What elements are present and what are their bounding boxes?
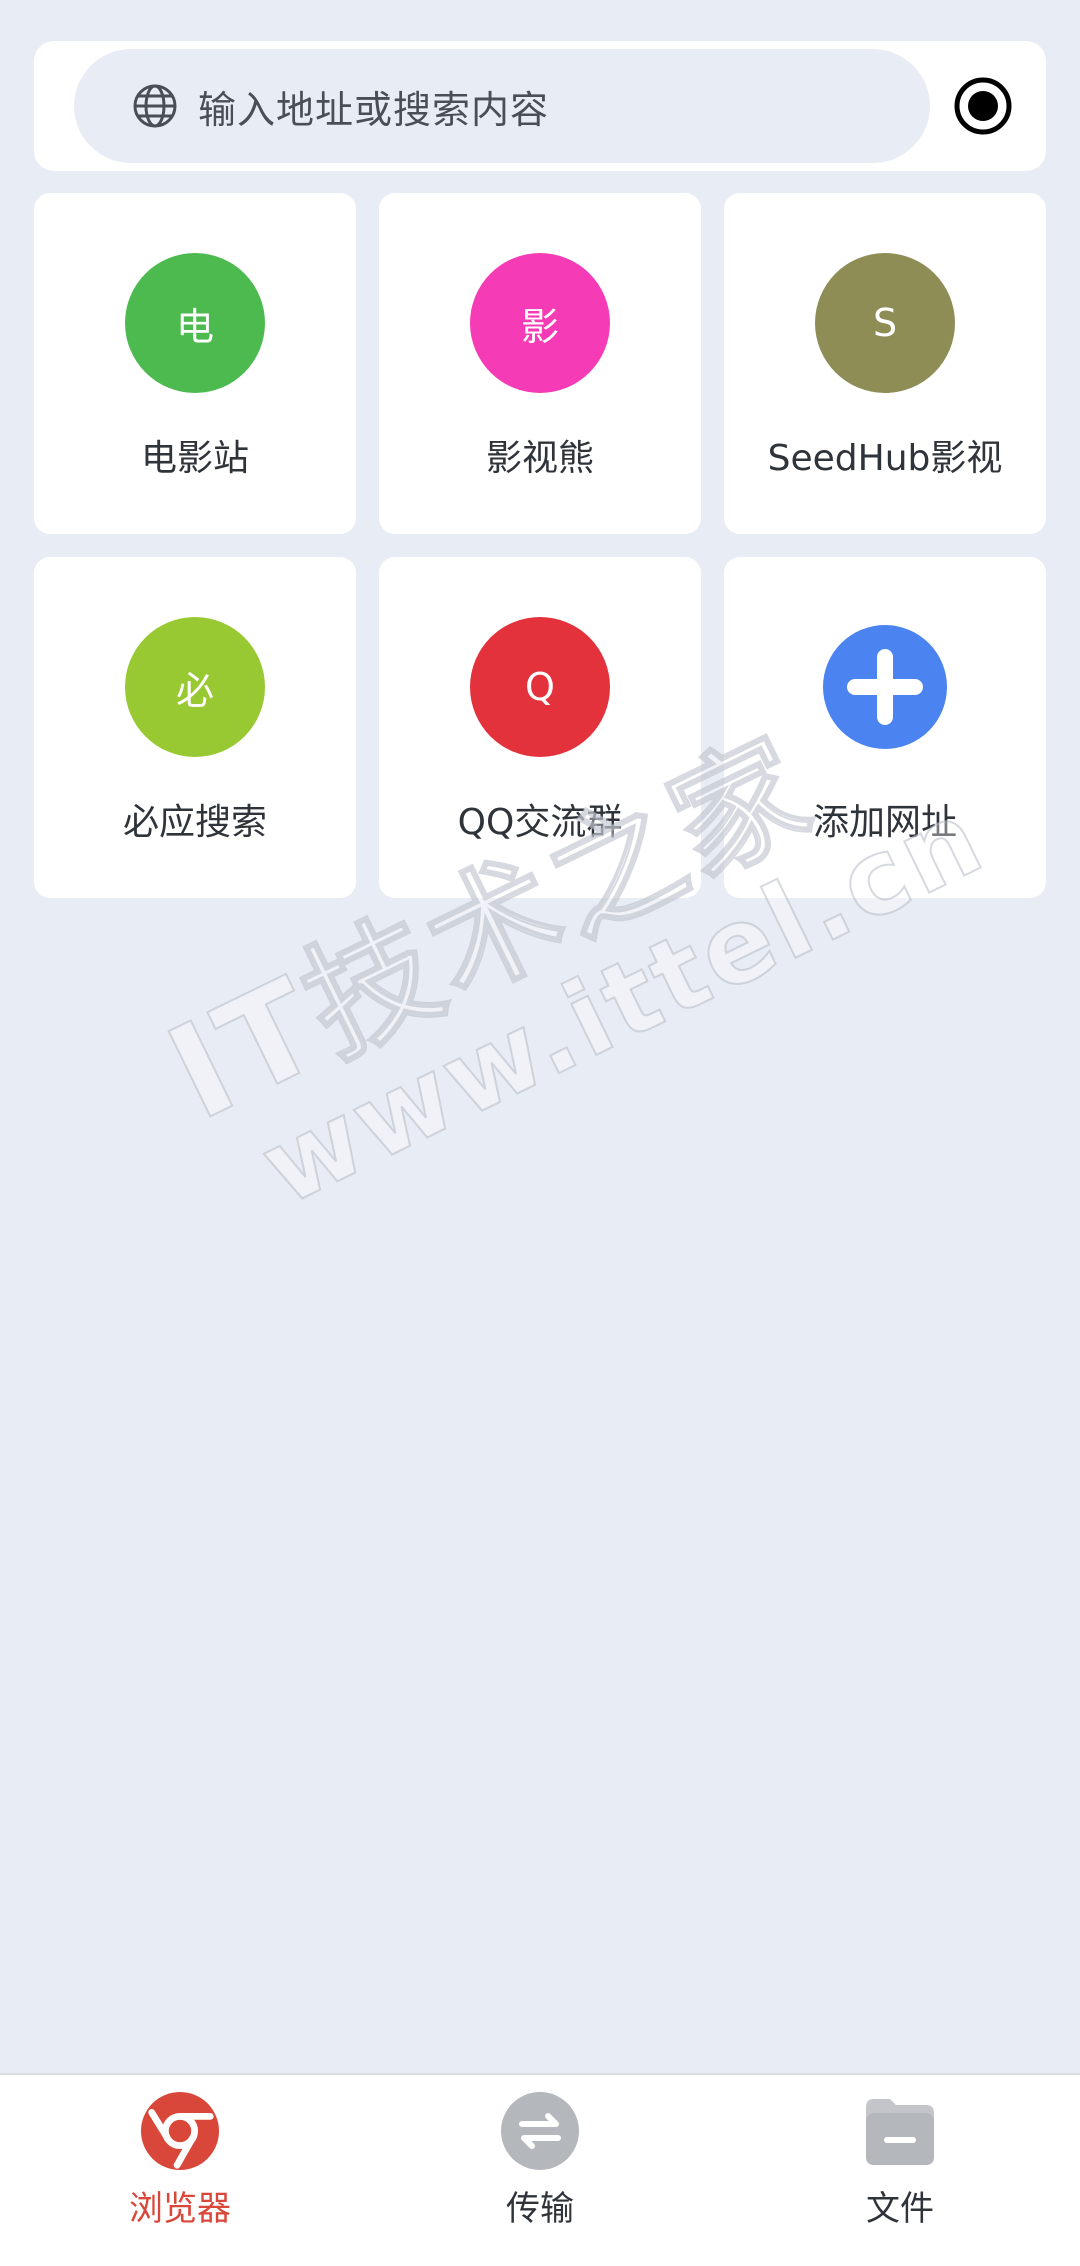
add-bookmark-tile[interactable]: 添加网址	[724, 557, 1046, 898]
bookmark-avatar: Q	[470, 617, 610, 757]
add-bookmark-label: 添加网址	[812, 802, 957, 843]
bookmark-tile[interactable]: 影 影视熊	[379, 193, 701, 534]
bookmark-avatar: 必	[125, 617, 265, 757]
bookmark-label: 电影站	[140, 438, 249, 479]
nav-item-browser[interactable]: 浏览器	[60, 2075, 300, 2230]
bookmark-tile[interactable]: S SeedHub影视	[724, 193, 1046, 534]
search-placeholder: 输入地址或搜索内容	[198, 87, 550, 132]
bookmark-label: SeedHub影视	[767, 438, 1003, 479]
bookmark-avatar: 影	[470, 253, 610, 393]
nav-label-files: 文件	[866, 2189, 934, 2229]
plus-icon	[815, 617, 955, 757]
bookmark-avatar: S	[815, 253, 955, 393]
bookmark-initial: 电	[175, 304, 214, 349]
nav-item-transfer[interactable]: 传输	[420, 2075, 660, 2230]
nav-item-files[interactable]: 文件	[780, 2075, 1020, 2230]
bottom-nav: 浏览器 传输 文件	[0, 2073, 1080, 2266]
folder-icon	[860, 2091, 940, 2171]
bookmark-avatar: 电	[125, 253, 265, 393]
browser-icon	[140, 2091, 220, 2171]
bookmark-label: 影视熊	[485, 438, 594, 479]
bookmark-tile[interactable]: 必 必应搜索	[34, 557, 356, 898]
record-button[interactable]	[952, 75, 1014, 137]
bookmark-initial: Q	[525, 665, 555, 709]
bookmark-initial: 影	[520, 304, 559, 349]
record-icon	[954, 77, 1012, 135]
bookmark-label: QQ交流群	[457, 802, 623, 843]
bookmark-tile[interactable]: Q QQ交流群	[379, 557, 701, 898]
nav-label-transfer: 传输	[506, 2189, 574, 2229]
bookmark-initial: S	[872, 301, 898, 345]
nav-label-browser: 浏览器	[129, 2189, 231, 2229]
bookmark-label: 必应搜索	[122, 802, 267, 843]
bookmark-initial: 必	[175, 668, 214, 713]
search-bar-card: 输入地址或搜索内容	[34, 41, 1046, 171]
globe-icon	[130, 81, 180, 131]
transfer-icon	[500, 2091, 580, 2171]
search-input[interactable]: 输入地址或搜索内容	[74, 49, 930, 163]
bookmark-tile[interactable]: 电 电影站	[34, 193, 356, 534]
